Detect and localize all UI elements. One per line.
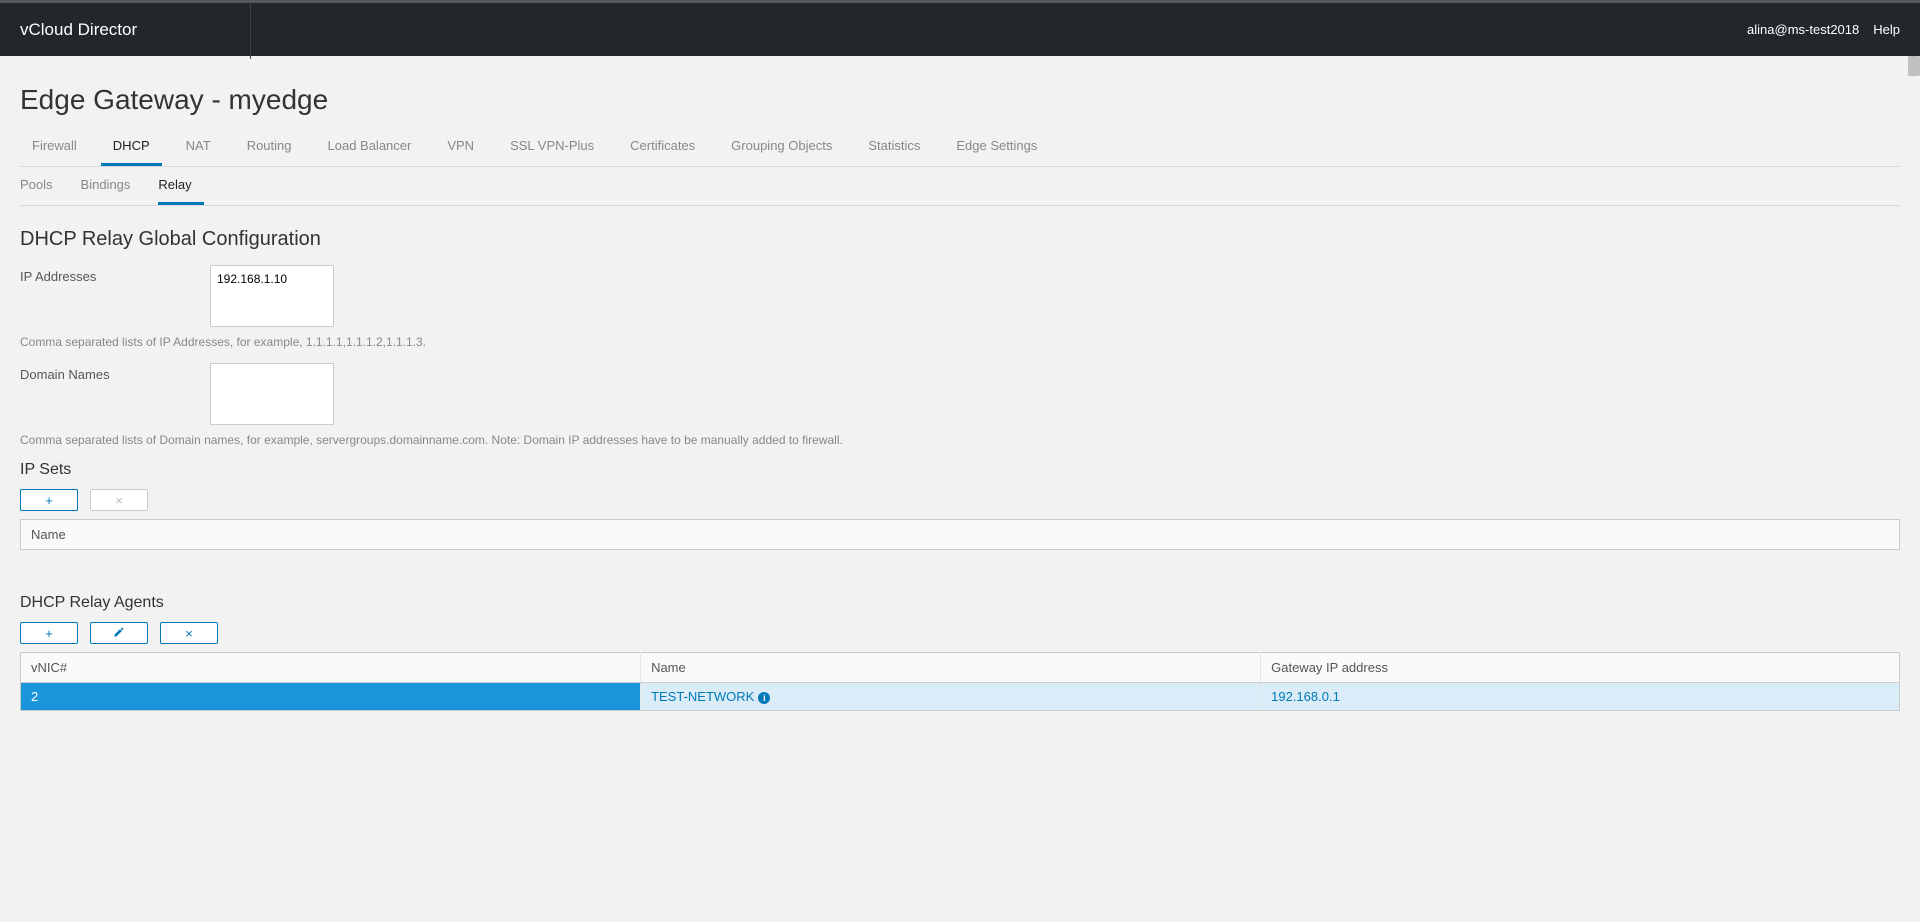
primary-tabs: Firewall DHCP NAT Routing Load Balancer VPN SS… [20, 130, 1900, 167]
tab-ssl-vpn-plus[interactable]: SSL VPN-Plus [498, 130, 606, 166]
ip-addresses-input[interactable] [210, 265, 334, 327]
subtab-relay[interactable]: Relay [158, 167, 203, 205]
tab-routing[interactable]: Routing [235, 130, 304, 166]
ipsets-add-button[interactable]: + [20, 489, 78, 511]
agents-col-vnic[interactable]: vNIC# [21, 653, 641, 683]
user-menu[interactable]: alina@ms-test2018 [1747, 22, 1859, 37]
tab-load-balancer[interactable]: Load Balancer [316, 130, 424, 166]
agents-add-button[interactable]: + [20, 622, 78, 644]
secondary-tabs: Pools Bindings Relay [20, 167, 1900, 206]
subtab-pools[interactable]: Pools [20, 167, 65, 205]
top-header: vCloud Director alina@ms-test2018 Help [0, 0, 1920, 56]
table-row[interactable]: 2TEST-NETWORKi192.168.0.1 [21, 683, 1900, 711]
main-content: Edge Gateway - myedge Firewall DHCP NAT Rou… [0, 56, 1920, 731]
plus-icon: + [45, 493, 53, 508]
agents-col-name[interactable]: Name [641, 653, 1261, 683]
ipsets-delete-button[interactable]: × [90, 489, 148, 511]
agents-cell-gateway: 192.168.0.1 [1261, 683, 1900, 711]
agents-table: vNIC# Name Gateway IP address 2TEST-NETW… [20, 652, 1900, 711]
agents-title: DHCP Relay Agents [20, 594, 1900, 612]
tab-statistics[interactable]: Statistics [856, 130, 932, 166]
ip-addresses-hint: Comma separated lists of IP Addresses, f… [20, 335, 1900, 349]
close-icon: × [185, 626, 193, 641]
tab-vpn[interactable]: VPN [435, 130, 486, 166]
relay-section-title: DHCP Relay Global Configuration [20, 228, 1900, 251]
brand-title: vCloud Director [20, 20, 137, 40]
tab-edge-settings[interactable]: Edge Settings [944, 130, 1049, 166]
tab-certificates[interactable]: Certificates [618, 130, 707, 166]
tab-dhcp[interactable]: DHCP [101, 130, 162, 166]
domain-names-hint: Comma separated lists of Domain names, f… [20, 433, 1900, 447]
ipsets-col-name[interactable]: Name [21, 520, 1900, 550]
plus-icon: + [45, 626, 53, 641]
domain-names-label: Domain Names [20, 363, 210, 382]
page-title: Edge Gateway - myedge [20, 84, 1900, 116]
agents-cell-name: TEST-NETWORKi [641, 683, 1261, 711]
tab-nat[interactable]: NAT [174, 130, 223, 166]
agents-col-gateway[interactable]: Gateway IP address [1261, 653, 1900, 683]
agents-delete-button[interactable]: × [160, 622, 218, 644]
agents-edit-button[interactable] [90, 622, 148, 644]
close-icon: × [115, 493, 123, 508]
agents-cell-vnic: 2 [21, 683, 641, 711]
ip-addresses-label: IP Addresses [20, 265, 210, 284]
tab-grouping-objects[interactable]: Grouping Objects [719, 130, 844, 166]
info-icon[interactable]: i [758, 692, 770, 704]
tab-firewall[interactable]: Firewall [20, 130, 89, 166]
help-link[interactable]: Help [1873, 22, 1900, 37]
edit-icon [113, 626, 125, 641]
ipsets-title: IP Sets [20, 461, 1900, 479]
header-divider [250, 3, 251, 59]
ipsets-table: Name [20, 519, 1900, 550]
domain-names-input[interactable] [210, 363, 334, 425]
subtab-bindings[interactable]: Bindings [81, 167, 143, 205]
